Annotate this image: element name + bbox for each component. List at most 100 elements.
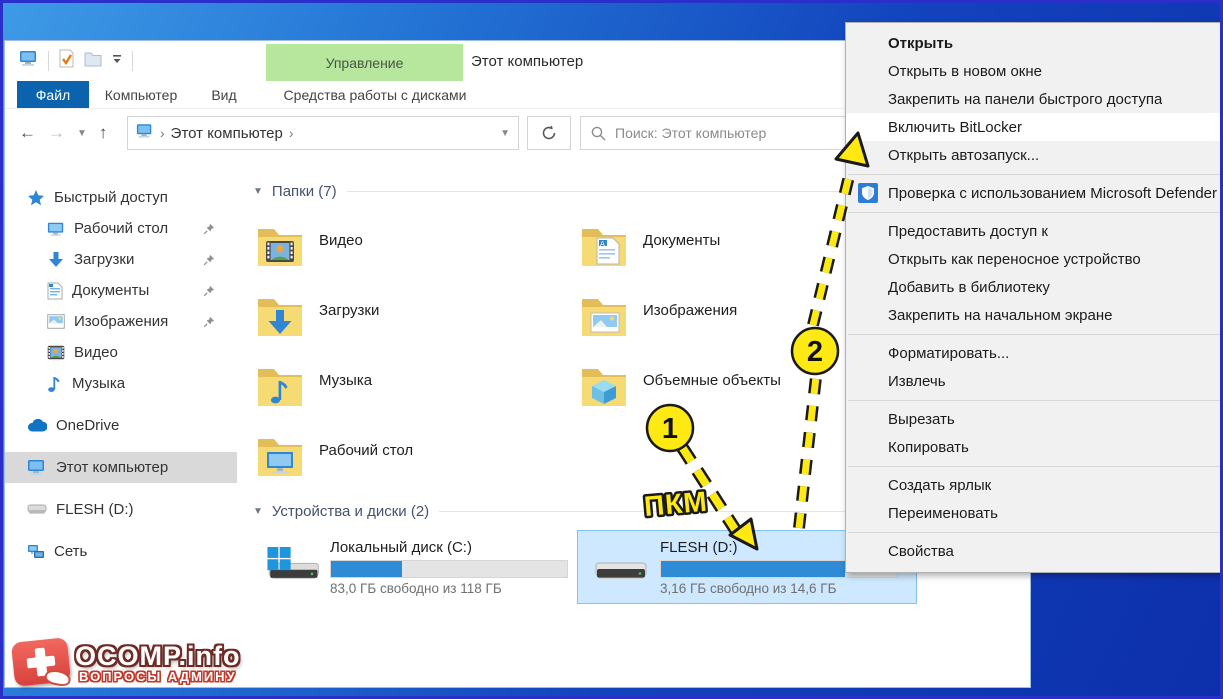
svg-text:A: A (600, 240, 605, 248)
documents-icon (47, 282, 63, 300)
drive-usage-fill (661, 561, 845, 577)
menu-item-defender-scan[interactable]: Проверка с использованием Microsoft Defe… (846, 179, 1222, 207)
up-button[interactable]: ↑ (99, 123, 108, 143)
menu-separator (846, 169, 1222, 179)
menu-item-create-shortcut[interactable]: Создать ярлык (846, 471, 1222, 499)
drive-free-space: 83,0 ГБ свободно из 118 ГБ (330, 581, 568, 596)
drive-usage-bar (330, 560, 568, 578)
menu-item-cut[interactable]: Вырезать (846, 405, 1222, 433)
address-dropdown-chevron[interactable]: ▼ (500, 128, 510, 139)
screenshot-frame: Управление Этот компьютер Файл Компьютер… (0, 0, 1223, 699)
downloads-icon (47, 251, 65, 269)
customize-toolbar-chevron[interactable] (111, 52, 123, 70)
menu-separator (846, 395, 1222, 405)
toolbar-separator (48, 51, 49, 71)
sidebar-item-music[interactable]: Музыка (5, 368, 237, 399)
breadcrumb-separator: › (289, 125, 294, 141)
new-folder-button[interactable] (84, 51, 102, 72)
menu-item-eject[interactable]: Извлечь (846, 367, 1222, 395)
sidebar-item-pictures[interactable]: Изображения (5, 306, 237, 337)
sidebar-item-flesh-drive[interactable]: FLESH (D:) (5, 494, 237, 525)
back-button[interactable]: ← (19, 123, 36, 143)
sidebar-item-videos[interactable]: Видео (5, 337, 237, 368)
menu-item-copy[interactable]: Копировать (846, 433, 1222, 461)
menu-item-add-to-library[interactable]: Добавить в библиотеку (846, 273, 1222, 301)
usb-drive-icon (586, 541, 652, 593)
context-menu: Открыть Открыть в новом окне Закрепить н… (845, 22, 1223, 573)
folder-desktop-icon (253, 430, 307, 484)
menu-item-rename[interactable]: Переименовать (846, 499, 1222, 527)
drive-usage-fill (331, 561, 402, 577)
music-icon (47, 375, 63, 393)
breadcrumb[interactable]: › Этот компьютер › ▼ (127, 116, 519, 150)
first-aid-kit-icon (11, 637, 71, 687)
quick-access-toolbar (19, 49, 133, 73)
menu-item-pin-quick-access[interactable]: Закрепить на панели быстрого доступа (846, 85, 1222, 113)
breadcrumb-item-this-pc[interactable]: Этот компьютер (171, 125, 283, 142)
this-pc-icon (136, 124, 154, 143)
navigation-pane: Быстрый доступ Рабочий стол Загрузки Док… (5, 158, 237, 687)
contextual-tab-header: Управление (266, 44, 463, 81)
folder-tile-desktop[interactable]: Рабочий стол (253, 422, 577, 492)
folder-tile-videos[interactable]: Видео (253, 212, 577, 282)
pin-icon (203, 222, 215, 239)
menu-separator (846, 527, 1222, 537)
menu-item-pin-to-start[interactable]: Закрепить на начальном экране (846, 301, 1222, 329)
sidebar-item-quick-access[interactable]: Быстрый доступ (5, 182, 237, 213)
ocomp-watermark: OCOMP.info ВОПРОСЫ АДМИНУ (13, 640, 241, 684)
folder-tile-music[interactable]: Музыка (253, 352, 577, 422)
folder-documents-icon: A (577, 220, 631, 274)
videos-icon (47, 345, 65, 360)
menu-item-open[interactable]: Открыть (846, 29, 1222, 57)
menu-item-open-portable-device[interactable]: Открыть как переносное устройство (846, 245, 1222, 273)
sidebar-item-network[interactable]: Сеть (5, 536, 237, 567)
menu-item-properties[interactable]: Свойства (846, 537, 1222, 565)
search-box[interactable]: Поиск: Этот компьютер (580, 116, 848, 150)
sidebar-item-downloads[interactable]: Загрузки (5, 244, 237, 275)
menu-separator (846, 329, 1222, 339)
tab-drive-tools[interactable]: Средства работы с дисками (265, 81, 485, 108)
folder-pictures-icon (577, 290, 631, 344)
pin-icon (203, 284, 215, 301)
menu-item-format[interactable]: Форматировать... (846, 339, 1222, 367)
folder-tile-downloads[interactable]: Загрузки (253, 282, 577, 352)
menu-item-open-autoplay[interactable]: Открыть автозапуск... (846, 141, 1222, 169)
collapse-chevron-icon: ▼ (253, 506, 263, 517)
folder-3d-objects-icon (577, 360, 631, 414)
logo-subtitle: ВОПРОСЫ АДМИНУ (79, 669, 241, 684)
recent-locations-chevron[interactable]: ▼ (77, 128, 87, 139)
local-disk-icon (262, 541, 322, 593)
pin-icon (203, 315, 215, 332)
properties-button[interactable] (58, 49, 75, 73)
desktop-icon (47, 221, 65, 237)
forward-button[interactable]: → (48, 123, 65, 143)
sidebar-item-onedrive[interactable]: OneDrive (5, 410, 237, 441)
onedrive-cloud-icon (27, 419, 47, 432)
defender-shield-icon (858, 183, 878, 203)
refresh-icon (541, 125, 557, 141)
menu-item-open-new-window[interactable]: Открыть в новом окне (846, 57, 1222, 85)
sidebar-item-documents[interactable]: Документы (5, 275, 237, 306)
tab-computer[interactable]: Компьютер (89, 81, 193, 108)
usb-drive-icon (27, 503, 47, 516)
network-icon (27, 544, 45, 560)
this-pc-icon (19, 51, 39, 72)
collapse-chevron-icon: ▼ (253, 186, 263, 197)
search-icon (591, 126, 606, 141)
sidebar-item-desktop[interactable]: Рабочий стол (5, 213, 237, 244)
menu-item-give-access[interactable]: Предоставить доступ к (846, 217, 1222, 245)
tab-view[interactable]: Вид (193, 81, 255, 108)
folder-music-icon (253, 360, 307, 414)
drive-free-space: 3,16 ГБ свободно из 14,6 ГБ (660, 581, 898, 596)
tab-file[interactable]: Файл (17, 81, 89, 108)
drive-name: Локальный диск (C:) (330, 539, 568, 556)
drive-tile-c[interactable]: Локальный диск (C:) 83,0 ГБ свободно из … (253, 530, 577, 604)
breadcrumb-separator: › (160, 125, 165, 141)
sidebar-item-this-pc[interactable]: Этот компьютер (5, 452, 237, 483)
refresh-button[interactable] (527, 116, 571, 150)
menu-item-enable-bitlocker[interactable]: Включить BitLocker (846, 113, 1222, 141)
logo-title: OCOMP.info (75, 641, 241, 672)
pictures-icon (47, 314, 65, 329)
folder-videos-icon (253, 220, 307, 274)
menu-separator (846, 461, 1222, 471)
